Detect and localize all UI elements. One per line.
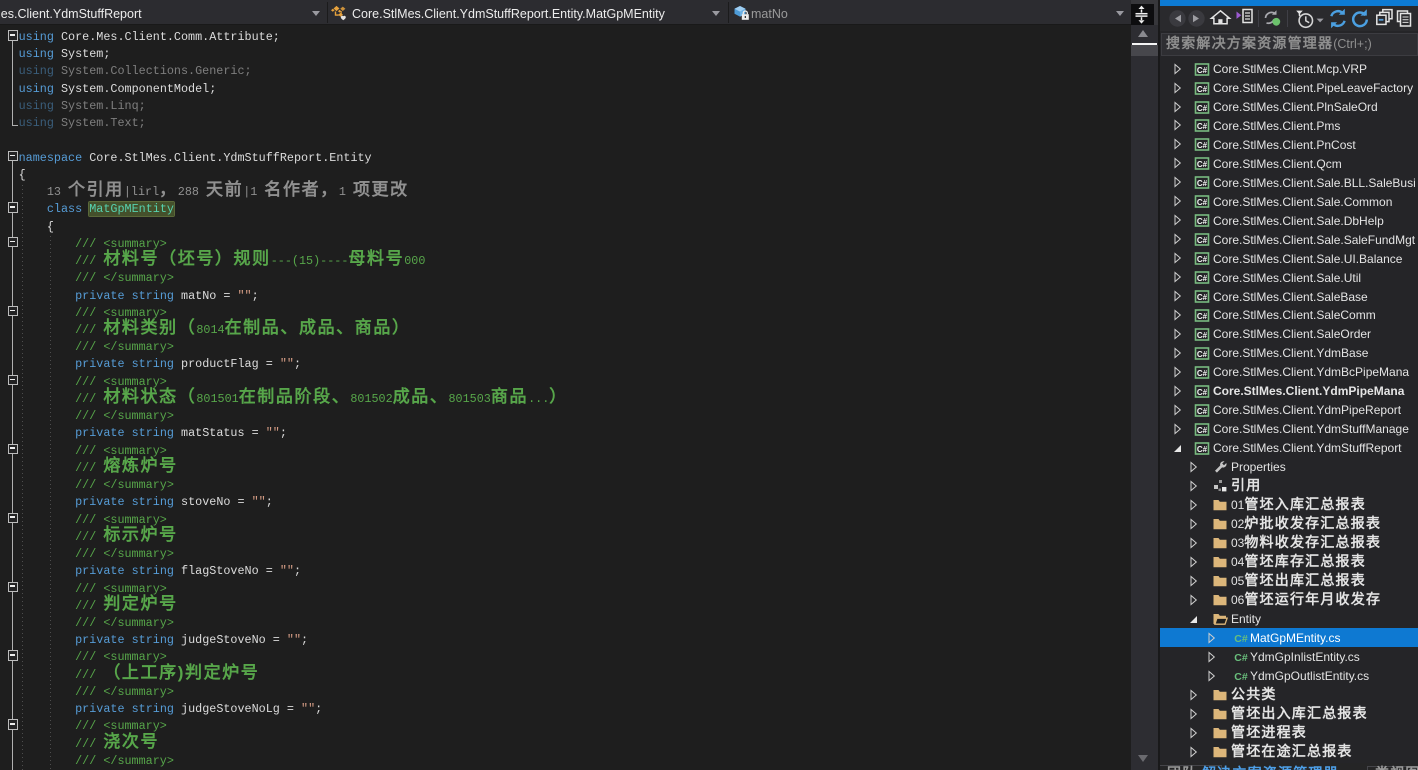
svg-text:C#: C# (1234, 652, 1248, 664)
svg-text:C#: C# (1196, 312, 1207, 321)
svg-text:C#: C# (1196, 65, 1207, 74)
svg-text:C#: C# (1196, 293, 1207, 302)
svg-text:C#: C# (1196, 407, 1207, 416)
svg-text:C#: C# (1196, 160, 1207, 169)
svg-text:C#: C# (1196, 388, 1207, 397)
svg-text:C#: C# (1196, 103, 1207, 112)
svg-text:C#: C# (1196, 369, 1207, 378)
svg-text:C#: C# (1196, 198, 1207, 207)
svg-text:C#: C# (1196, 179, 1207, 188)
svg-text:C#: C# (1234, 671, 1248, 683)
svg-text:C#: C# (1196, 217, 1207, 226)
svg-text:C#: C# (1234, 633, 1248, 645)
svg-text:C#: C# (1196, 445, 1207, 454)
svg-text:C#: C# (1196, 255, 1207, 264)
svg-text:C#: C# (1196, 331, 1207, 340)
svg-text:C#: C# (1196, 122, 1207, 131)
svg-text:C#: C# (1196, 84, 1207, 93)
svg-text:C#: C# (1196, 236, 1207, 245)
svg-text:C#: C# (1196, 274, 1207, 283)
svg-text:C#: C# (1196, 141, 1207, 150)
svg-text:C#: C# (1196, 350, 1207, 359)
svg-text:C#: C# (1196, 426, 1207, 435)
